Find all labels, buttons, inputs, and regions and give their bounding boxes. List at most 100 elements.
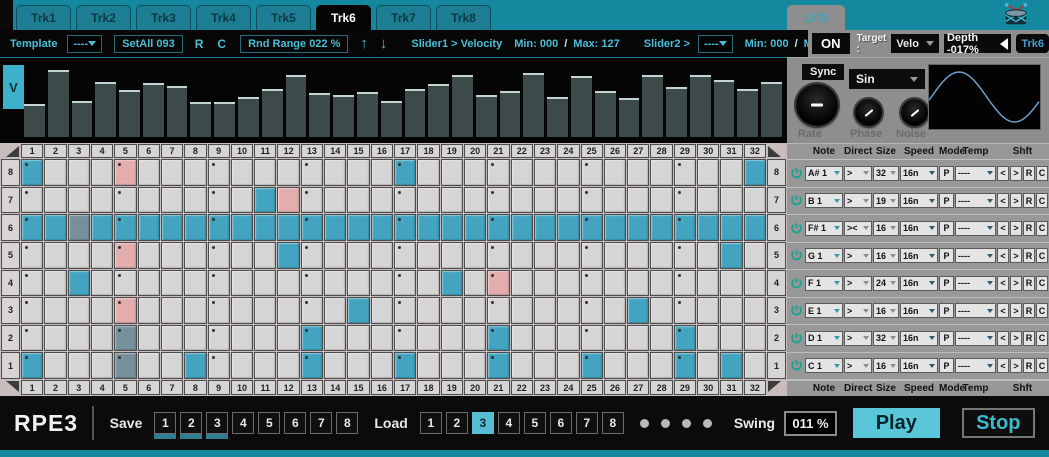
temp-select-3[interactable]: ----	[955, 303, 996, 318]
step-cell-r2-c2[interactable]	[44, 325, 66, 352]
step-cell-r1-c13[interactable]	[301, 352, 323, 379]
step-cell-r6-c10[interactable]	[231, 214, 253, 241]
row-randomize-button-6[interactable]: R	[1023, 221, 1035, 236]
step-cell-r8-c3[interactable]	[68, 159, 90, 186]
step-cell-r3-c7[interactable]	[161, 297, 183, 324]
step-cell-r1-c22[interactable]	[511, 352, 533, 379]
step-cell-r5-c12[interactable]	[277, 242, 299, 269]
down-arrow-button[interactable]: ↓	[380, 35, 388, 52]
velocity-bar-28[interactable]	[666, 87, 687, 137]
step-cell-r6-c4[interactable]	[91, 214, 113, 241]
mode-button-4[interactable]: P	[939, 276, 954, 291]
size-select-6[interactable]: 16	[873, 221, 899, 236]
step-cell-r8-c14[interactable]	[324, 159, 346, 186]
step-cell-r5-c21[interactable]	[487, 242, 509, 269]
power-icon[interactable]	[789, 332, 804, 345]
pattern-dot-4[interactable]	[703, 419, 712, 428]
grid-corner-br[interactable]	[767, 380, 786, 395]
note-select-6[interactable]: F# 1	[805, 221, 843, 236]
step-cell-r4-c5[interactable]	[114, 270, 136, 297]
step-cell-r5-c29[interactable]	[674, 242, 696, 269]
size-select-1[interactable]: 16	[873, 358, 899, 373]
shift-left-button-6[interactable]: <	[997, 221, 1009, 236]
step-cell-r8-c29[interactable]	[674, 159, 696, 186]
step-cell-r7-c30[interactable]	[697, 187, 719, 214]
step-cell-r1-c18[interactable]	[417, 352, 439, 379]
step-cell-r5-c9[interactable]	[208, 242, 230, 269]
step-cell-r4-c23[interactable]	[534, 270, 556, 297]
step-cell-r5-c1[interactable]	[21, 242, 43, 269]
step-cell-r5-c19[interactable]	[441, 242, 463, 269]
row-clear-button-3[interactable]: C	[1036, 303, 1048, 318]
row-randomize-button-2[interactable]: R	[1023, 331, 1035, 346]
step-cell-r6-c9[interactable]	[208, 214, 230, 241]
step-cell-r7-c9[interactable]	[208, 187, 230, 214]
step-cell-r3-c11[interactable]	[254, 297, 276, 324]
step-cell-r6-c2[interactable]	[44, 214, 66, 241]
step-cell-r4-c18[interactable]	[417, 270, 439, 297]
step-cell-r2-c26[interactable]	[604, 325, 626, 352]
step-cell-r5-c30[interactable]	[697, 242, 719, 269]
step-cell-r7-c11[interactable]	[254, 187, 276, 214]
power-icon[interactable]	[789, 222, 804, 235]
step-cell-r6-c14[interactable]	[324, 214, 346, 241]
step-cell-r3-c5[interactable]	[114, 297, 136, 324]
step-cell-r6-c28[interactable]	[650, 214, 672, 241]
step-cell-r1-c11[interactable]	[254, 352, 276, 379]
row-randomize-button-7[interactable]: R	[1023, 193, 1035, 208]
tab-trk6[interactable]: Trk6	[316, 5, 371, 30]
step-cell-r8-c28[interactable]	[650, 159, 672, 186]
step-cell-r6-c6[interactable]	[138, 214, 160, 241]
step-cell-r7-c10[interactable]	[231, 187, 253, 214]
step-cell-r1-c30[interactable]	[697, 352, 719, 379]
step-cell-r2-c31[interactable]	[720, 325, 742, 352]
step-cell-r3-c8[interactable]	[184, 297, 206, 324]
step-cell-r2-c21[interactable]	[487, 325, 509, 352]
step-cell-r4-c11[interactable]	[254, 270, 276, 297]
step-cell-r4-c7[interactable]	[161, 270, 183, 297]
power-icon[interactable]	[789, 304, 804, 317]
step-cell-r5-c2[interactable]	[44, 242, 66, 269]
step-cell-r4-c24[interactable]	[557, 270, 579, 297]
step-cell-r3-c24[interactable]	[557, 297, 579, 324]
step-cell-r7-c17[interactable]	[394, 187, 416, 214]
direction-select-5[interactable]: >	[844, 248, 872, 263]
power-icon[interactable]	[789, 359, 804, 372]
shift-left-button-8[interactable]: <	[997, 166, 1009, 181]
lfo-sync-button[interactable]: Sync	[802, 64, 844, 80]
step-cell-r5-c4[interactable]	[91, 242, 113, 269]
step-cell-r1-c21[interactable]	[487, 352, 509, 379]
size-select-7[interactable]: 19	[873, 193, 899, 208]
shift-right-button-3[interactable]: >	[1010, 303, 1022, 318]
velocity-bar-11[interactable]	[262, 89, 283, 138]
direction-select-3[interactable]: >	[844, 303, 872, 318]
step-cell-r1-c28[interactable]	[650, 352, 672, 379]
step-cell-r2-c9[interactable]	[208, 325, 230, 352]
step-cell-r3-c23[interactable]	[534, 297, 556, 324]
step-cell-r8-c6[interactable]	[138, 159, 160, 186]
note-select-1[interactable]: C 1	[805, 358, 843, 373]
step-cell-r5-c3[interactable]	[68, 242, 90, 269]
step-cell-r2-c8[interactable]	[184, 325, 206, 352]
velocity-bar-17[interactable]	[405, 89, 426, 138]
step-cell-r2-c27[interactable]	[627, 325, 649, 352]
step-cell-r7-c24[interactable]	[557, 187, 579, 214]
step-cell-r7-c6[interactable]	[138, 187, 160, 214]
step-cell-r3-c14[interactable]	[324, 297, 346, 324]
step-cell-r7-c31[interactable]	[720, 187, 742, 214]
step-cell-r2-c24[interactable]	[557, 325, 579, 352]
size-select-2[interactable]: 32	[873, 331, 899, 346]
temp-select-7[interactable]: ----	[955, 193, 996, 208]
step-cell-r5-c6[interactable]	[138, 242, 160, 269]
direction-select-1[interactable]: >	[844, 358, 872, 373]
velocity-bar-29[interactable]	[690, 75, 711, 137]
step-cell-r2-c14[interactable]	[324, 325, 346, 352]
pattern-dot-3[interactable]	[682, 419, 691, 428]
velocity-bar-6[interactable]	[143, 83, 164, 137]
step-cell-r4-c13[interactable]	[301, 270, 323, 297]
step-cell-r1-c12[interactable]	[277, 352, 299, 379]
step-cell-r8-c31[interactable]	[720, 159, 742, 186]
load-slot-6[interactable]: 6	[550, 412, 572, 434]
step-cell-r2-c6[interactable]	[138, 325, 160, 352]
step-cell-r3-c29[interactable]	[674, 297, 696, 324]
